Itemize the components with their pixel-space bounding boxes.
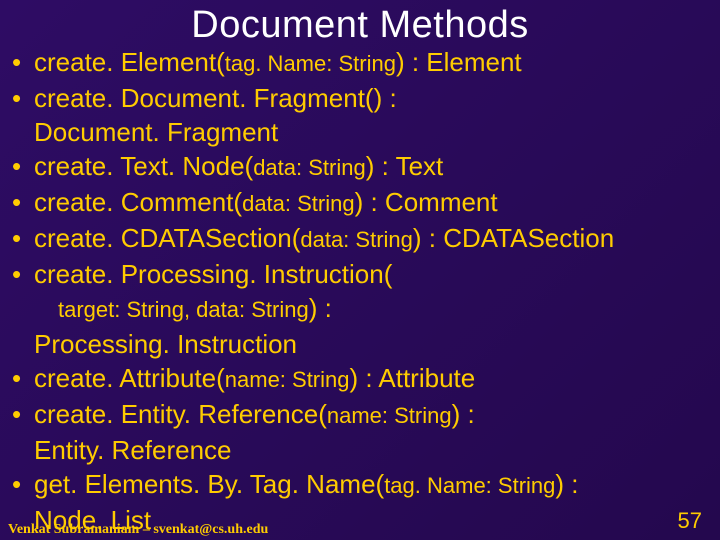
list-item: • get. Elements. By. Tag. Name(tag. Name…	[12, 467, 708, 503]
method-param: tag. Name: String	[384, 473, 555, 498]
method-name: create. Document. Fragment() :	[34, 83, 397, 113]
method-name: create. CDATASection(	[34, 223, 300, 253]
method-return: ) : Comment	[355, 187, 498, 217]
slide-content: • create. Element(tag. Name: String) : E…	[12, 45, 708, 537]
method-return: Document. Fragment	[34, 115, 278, 149]
method-line: create. Comment(data: String) : Comment	[34, 185, 498, 221]
method-param: target: String, data: String	[58, 297, 309, 322]
list-item: • create. Element(tag. Name: String) : E…	[12, 45, 708, 81]
list-item-continuation: target: String, data: String) :	[12, 291, 708, 327]
bullet-icon: •	[12, 397, 34, 431]
list-item: • create. Comment(data: String) : Commen…	[12, 185, 708, 221]
method-param: name: String	[225, 367, 350, 392]
method-name: create. Comment(	[34, 187, 242, 217]
bullet-icon: •	[12, 221, 34, 255]
list-item: • create. CDATASection(data: String) : C…	[12, 221, 708, 257]
method-line: create. Attribute(name: String) : Attrib…	[34, 361, 475, 397]
slide-title: Document Methods	[12, 4, 708, 47]
method-line: create. CDATASection(data: String) : CDA…	[34, 221, 614, 257]
method-line: create. Document. Fragment() :	[34, 81, 397, 115]
method-param: data: String	[300, 227, 413, 252]
method-param: data: String	[253, 155, 366, 180]
bullet-icon: •	[12, 45, 34, 79]
method-param: tag. Name: String	[225, 51, 396, 76]
method-paren: ) :	[452, 399, 475, 429]
method-name: create. Text. Node(	[34, 151, 253, 181]
method-name: create. Element(	[34, 47, 225, 77]
list-item: • create. Processing. Instruction(	[12, 257, 708, 291]
method-return: ) : Text	[366, 151, 444, 181]
method-name: create. Processing. Instruction(	[34, 259, 392, 289]
bullet-icon: •	[12, 257, 34, 291]
list-item: • create. Entity. Reference(name: String…	[12, 397, 708, 433]
method-line: create. Processing. Instruction(	[34, 257, 392, 291]
method-name: create. Attribute(	[34, 363, 225, 393]
list-item-continuation: Document. Fragment	[12, 115, 708, 149]
method-name: get. Elements. By. Tag. Name(	[34, 469, 384, 499]
list-item-continuation: Entity. Reference	[12, 433, 708, 467]
method-param-line: target: String, data: String) :	[58, 291, 332, 327]
method-line: create. Text. Node(data: String) : Text	[34, 149, 443, 185]
list-item-continuation: Processing. Instruction	[12, 327, 708, 361]
method-return: Processing. Instruction	[34, 327, 297, 361]
method-param: data: String	[242, 191, 355, 216]
list-item: • create. Text. Node(data: String) : Tex…	[12, 149, 708, 185]
method-return: ) : Element	[396, 47, 522, 77]
method-paren: ) :	[555, 469, 578, 499]
slide: Document Methods • create. Element(tag. …	[0, 4, 720, 540]
bullet-icon: •	[12, 185, 34, 219]
method-return: ) : CDATASection	[413, 223, 614, 253]
bullet-icon: •	[12, 149, 34, 183]
list-item: • create. Document. Fragment() :	[12, 81, 708, 115]
method-paren: ) :	[309, 293, 332, 323]
bullet-icon: •	[12, 81, 34, 115]
method-line: get. Elements. By. Tag. Name(tag. Name: …	[34, 467, 578, 503]
method-param: name: String	[327, 403, 452, 428]
method-line: create. Entity. Reference(name: String) …	[34, 397, 475, 433]
method-return: ) : Attribute	[350, 363, 476, 393]
method-line: create. Element(tag. Name: String) : Ele…	[34, 45, 522, 81]
bullet-icon: •	[12, 361, 34, 395]
page-number: 57	[678, 508, 702, 534]
method-name: create. Entity. Reference(	[34, 399, 327, 429]
list-item: • create. Attribute(name: String) : Attr…	[12, 361, 708, 397]
bullet-icon: •	[12, 467, 34, 501]
footer-author: Venkat Subramaniam – svenkat@cs.uh.edu	[8, 522, 268, 538]
method-return: Entity. Reference	[34, 433, 232, 467]
